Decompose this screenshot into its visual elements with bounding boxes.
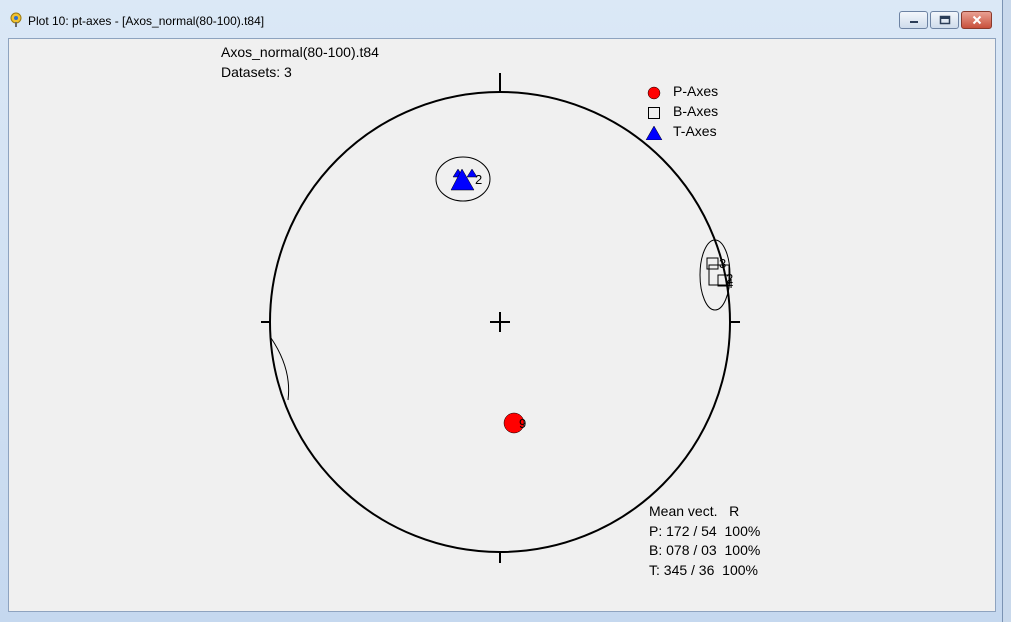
legend-item-p-axes: P-Axes <box>645 83 765 103</box>
center-cross-icon <box>490 312 510 332</box>
close-icon <box>972 15 981 25</box>
square-icon <box>648 107 660 119</box>
legend-label: T-Axes <box>673 123 717 139</box>
blue-triangle-icon <box>645 125 663 140</box>
legend-label: B-Axes <box>673 103 719 119</box>
b-axis-count-label: 3 <box>719 256 726 271</box>
stats-row-b: B: 078 / 03 100% <box>649 542 761 558</box>
minimize-icon <box>909 21 918 23</box>
stats-header: Mean vect. R <box>649 503 740 519</box>
b-axis-count-label: 4 <box>726 276 733 291</box>
legend-item-t-axes: T-Axes <box>645 123 765 143</box>
close-button[interactable] <box>961 11 992 29</box>
window-title: Plot 10: pt-axes - [Axos_normal(80-100).… <box>28 14 265 28</box>
plot-window: Plot 10: pt-axes - [Axos_normal(80-100).… <box>0 0 1003 622</box>
legend-item-b-axes: B-Axes <box>645 103 765 123</box>
stats-row-t: T: 345 / 36 100% <box>649 561 758 578</box>
stats-row-p: P: 172 / 54 100% <box>649 522 761 539</box>
red-circle-icon <box>647 86 661 100</box>
t-axis-count-label: 2 <box>475 172 482 187</box>
legend-label: P-Axes <box>673 83 719 99</box>
maximize-button[interactable] <box>930 11 959 29</box>
legend: P-Axes B-Axes T-Axes <box>645 83 765 143</box>
restore-icon <box>939 15 950 25</box>
stereonet: 2 3 2 4 9 <box>261 73 740 563</box>
mean-vector-stats: Mean vect. R P: 172 / 54 100% B: 078 / 0… <box>649 502 760 580</box>
plot-area: Axos_normal(80-100).t84 Datasets: 3 2 3 … <box>8 38 996 612</box>
title-bar[interactable]: Plot 10: pt-axes - [Axos_normal(80-100).… <box>0 0 1002 38</box>
p-axis-count-label: 9 <box>519 416 526 431</box>
minimize-button[interactable] <box>899 11 928 29</box>
app-icon <box>10 12 22 27</box>
